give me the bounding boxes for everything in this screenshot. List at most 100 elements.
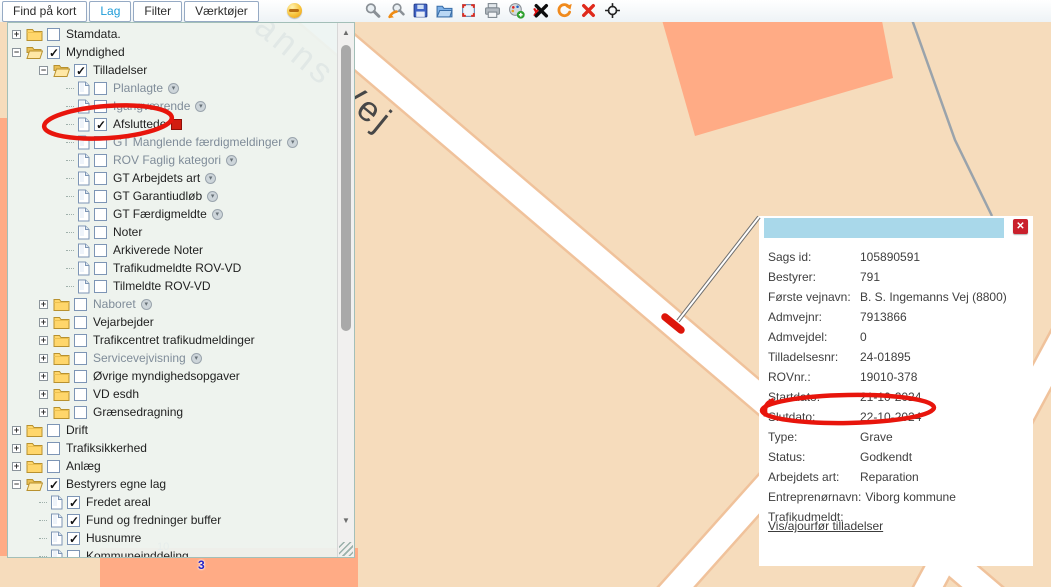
legend-palette-icon[interactable] — [508, 2, 525, 19]
layer-checkbox[interactable] — [94, 190, 107, 203]
layer-checkbox[interactable] — [94, 262, 107, 275]
print-preview-icon[interactable] — [460, 2, 477, 19]
popup-field-row: Admvejdel:0 — [768, 327, 1027, 347]
field-value: 791 — [860, 270, 880, 284]
layer-checkbox[interactable] — [74, 370, 87, 383]
layer-options-icon[interactable]: ▾ — [226, 155, 237, 166]
layer-options-icon[interactable]: ▾ — [141, 299, 152, 310]
layer-checkbox[interactable] — [47, 460, 60, 473]
expand-toggle-icon[interactable]: + — [12, 30, 21, 39]
layer-checkbox[interactable] — [67, 496, 80, 509]
layer-label: Trafikcentret trafikudmeldinger — [93, 333, 255, 347]
close-icon[interactable]: ✕ — [1013, 219, 1028, 234]
layer-checkbox[interactable] — [74, 334, 87, 347]
page-icon — [77, 117, 90, 132]
panel-scrollbar[interactable]: ▲ ▼ — [337, 23, 354, 557]
layer-checkbox[interactable] — [47, 46, 60, 59]
scrollbar-thumb[interactable] — [341, 45, 351, 331]
field-value: Viborg kommune — [865, 490, 956, 504]
layer-checkbox[interactable] — [47, 424, 60, 437]
expand-toggle-icon[interactable]: + — [39, 318, 48, 327]
layer-label: Bestyrers egne lag — [66, 477, 166, 491]
scrollbar-down-arrow[interactable]: ▼ — [338, 513, 354, 529]
layer-checkbox[interactable] — [94, 172, 107, 185]
layer-options-icon[interactable]: ▾ — [168, 83, 179, 94]
layer-label: Tilmeldte ROV-VD — [113, 279, 211, 293]
tree-item: Noter — [8, 223, 337, 241]
center-crosshair-icon[interactable] — [604, 2, 621, 19]
expand-toggle-icon[interactable]: + — [39, 408, 48, 417]
folder-icon — [26, 441, 43, 455]
expand-toggle-icon[interactable]: + — [39, 336, 48, 345]
layer-options-icon[interactable]: ▾ — [212, 209, 223, 220]
popup-field-row: Admvejnr:7913866 — [768, 307, 1027, 327]
layer-checkbox[interactable] — [74, 316, 87, 329]
layer-options-icon[interactable]: ▾ — [287, 137, 298, 148]
layer-checkbox[interactable] — [74, 406, 87, 419]
scrollbar-up-arrow[interactable]: ▲ — [338, 25, 354, 41]
zoom-icon[interactable] — [364, 2, 381, 19]
layer-checkbox[interactable] — [47, 478, 60, 491]
layer-checkbox[interactable] — [94, 208, 107, 221]
layer-checkbox[interactable] — [74, 298, 87, 311]
expand-toggle-icon[interactable]: + — [12, 426, 21, 435]
layer-label: Fredet areal — [86, 495, 151, 509]
house-number-label: 3 — [198, 558, 205, 572]
tree-item: +Øvrige myndighedsopgaver — [8, 367, 337, 385]
layer-checkbox[interactable] — [67, 514, 80, 527]
layer-label: GT Arbejdets art — [113, 171, 200, 185]
field-label: Første vejnavn: — [768, 290, 860, 304]
collapse-toggle-icon[interactable]: − — [12, 480, 21, 489]
popup-header-bar[interactable] — [764, 218, 1004, 238]
toolbar-tabs: Find på kortLagFilterVærktøjer — [2, 1, 261, 22]
collapse-toggle-icon[interactable]: − — [39, 66, 48, 75]
print-icon[interactable] — [484, 2, 501, 19]
folder-icon — [26, 459, 43, 473]
expand-toggle-icon[interactable]: + — [39, 354, 48, 363]
expand-toggle-icon[interactable]: + — [39, 390, 48, 399]
layer-checkbox[interactable] — [94, 154, 107, 167]
layer-checkbox[interactable] — [94, 136, 107, 149]
layer-checkbox[interactable] — [67, 550, 80, 558]
save-icon[interactable] — [412, 2, 429, 19]
expand-toggle-icon[interactable]: + — [12, 444, 21, 453]
tree-connector — [66, 160, 74, 161]
layer-checkbox[interactable] — [94, 100, 107, 113]
layer-checkbox[interactable] — [94, 244, 107, 257]
layer-checkbox[interactable] — [94, 118, 107, 131]
zoom-previous-icon[interactable] — [388, 2, 405, 19]
layer-checkbox[interactable] — [94, 226, 107, 239]
layer-checkbox[interactable] — [74, 388, 87, 401]
show-update-permissions-link[interactable]: Vis/ajourfør tilladelser — [768, 519, 883, 533]
toolbar-tab[interactable]: Værktøjer — [184, 1, 259, 22]
clear-selection-icon[interactable] — [580, 2, 597, 19]
remove-all-icon[interactable] — [532, 2, 549, 19]
layer-checkbox[interactable] — [67, 532, 80, 545]
layer-options-icon[interactable]: ▾ — [191, 353, 202, 364]
layer-checkbox[interactable] — [47, 442, 60, 455]
expand-toggle-icon[interactable]: + — [39, 300, 48, 309]
layer-checkbox[interactable] — [94, 280, 107, 293]
panel-resize-grip[interactable] — [339, 542, 353, 556]
layer-label: Vejarbejder — [93, 315, 154, 329]
toolbar-tab[interactable]: Find på kort — [2, 1, 87, 22]
collapse-toggle-icon[interactable]: − — [12, 48, 21, 57]
expand-toggle-icon[interactable]: + — [39, 372, 48, 381]
layer-label: Trafikudmeldte ROV-VD — [113, 261, 241, 275]
layer-options-icon[interactable]: ▾ — [205, 173, 216, 184]
expand-toggle-icon[interactable]: + — [12, 462, 21, 471]
layer-checkbox[interactable] — [47, 28, 60, 41]
layer-checkbox[interactable] — [74, 64, 87, 77]
layer-checkbox[interactable] — [74, 352, 87, 365]
toolbar-tab[interactable]: Filter — [133, 1, 182, 22]
refresh-icon[interactable] — [556, 2, 573, 19]
folder-open-icon — [53, 63, 70, 77]
application-window: anns Vej 10 3 Find på kortLagFilterVærkt… — [0, 0, 1051, 587]
open-folder-icon[interactable] — [436, 2, 453, 19]
toolbar-tab[interactable]: Lag — [89, 1, 131, 22]
page-icon — [77, 171, 90, 186]
tree-item: +Stamdata. — [8, 25, 337, 43]
layer-options-icon[interactable]: ▾ — [207, 191, 218, 202]
layer-checkbox[interactable] — [94, 82, 107, 95]
layer-options-icon[interactable]: ▾ — [195, 101, 206, 112]
